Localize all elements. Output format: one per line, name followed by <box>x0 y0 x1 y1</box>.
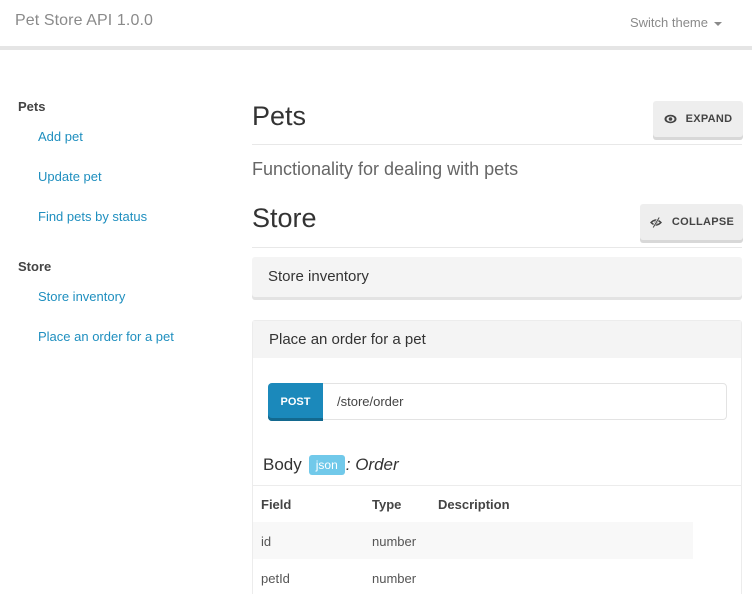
sidebar-item-find-pets-by-status[interactable]: Find pets by status <box>38 209 147 224</box>
section-description-pets: Functionality for dealing with pets <box>252 159 519 179</box>
column-header-field: Field <box>261 497 292 512</box>
endpoint-path: /store/order <box>337 394 404 409</box>
http-method-badge: POST <box>268 383 323 421</box>
sidebar-item-add-pet[interactable]: Add pet <box>38 129 83 144</box>
section-title-pets: Pets <box>252 101 307 131</box>
section-divider <box>252 247 742 248</box>
section-title-store: Store <box>252 203 317 233</box>
operation-title: Place an order for a pet <box>269 331 426 348</box>
collapse-button[interactable]: COLLAPSE <box>640 204 743 240</box>
switch-theme-dropdown[interactable]: Switch theme <box>630 15 722 30</box>
eye-slash-icon <box>649 216 662 228</box>
section-divider <box>252 144 742 145</box>
sidebar-item-place-order[interactable]: Place an order for a pet <box>38 329 174 344</box>
content-type-badge: json <box>308 455 345 475</box>
sidebar-group-store: Store <box>18 259 52 274</box>
body-label: Body <box>263 455 302 474</box>
column-header-description: Description <box>438 497 510 512</box>
navbar-divider <box>0 46 752 50</box>
expand-label: EXPAND <box>685 113 733 125</box>
cell-field: petId <box>261 571 290 586</box>
table-divider <box>253 485 741 486</box>
collapse-label: COLLAPSE <box>671 216 735 228</box>
sidebar-group-pets: Pets <box>18 99 46 114</box>
sidebar-item-update-pet[interactable]: Update pet <box>38 169 102 184</box>
operation-title: Store inventory <box>268 268 369 285</box>
cell-field: id <box>261 534 272 549</box>
endpoint-bar: POST /store/order <box>268 383 727 421</box>
app-title[interactable]: Pet Store API 1.0.0 <box>15 12 153 30</box>
operation-header[interactable]: Place an order for a pet <box>253 321 741 358</box>
top-navbar: Pet Store API 1.0.0 Switch theme <box>0 0 752 46</box>
sidebar-item-store-inventory[interactable]: Store inventory <box>38 289 125 304</box>
expand-button[interactable]: EXPAND <box>653 101 743 137</box>
eye-icon <box>664 114 677 124</box>
column-header-type: Type <box>372 497 402 512</box>
table-row <box>253 522 693 559</box>
switch-theme-label: Switch theme <box>629 15 708 30</box>
cell-type: number <box>372 571 417 586</box>
schema-name: : Order <box>345 455 399 474</box>
request-body-heading: Body json : Order <box>263 455 399 475</box>
cell-type: number <box>372 534 417 549</box>
caret-down-icon <box>714 21 722 26</box>
operation-store-inventory[interactable]: Store inventory <box>252 257 742 297</box>
